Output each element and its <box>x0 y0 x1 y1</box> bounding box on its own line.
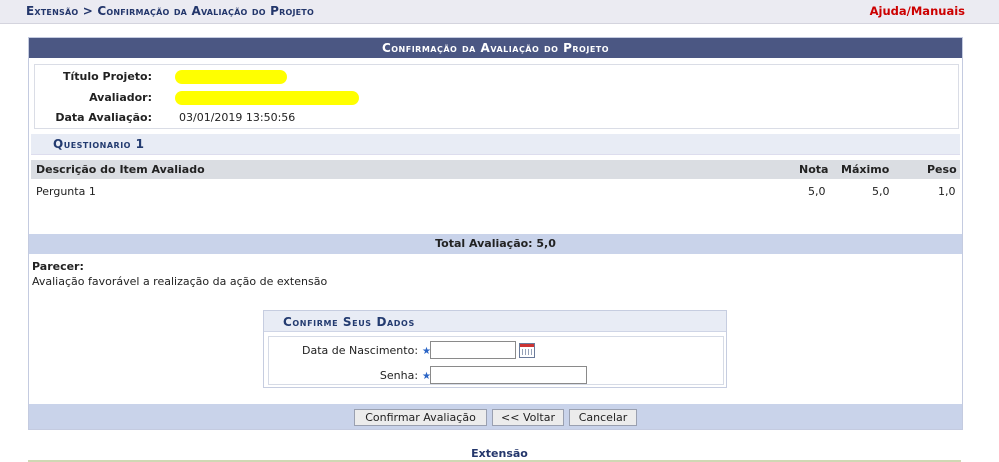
titulo-label: Título Projeto: <box>62 70 152 83</box>
parecer-label: Parecer: <box>32 260 84 273</box>
panel-caption: Confirmação da Avaliação do Projeto <box>29 38 962 58</box>
col-maximo: Máximo <box>841 163 890 176</box>
confirmar-avaliacao-button[interactable]: Confirmar Avaliação <box>354 409 487 426</box>
breadcrumb: Extensão > Confirmação da Avaliação do P… <box>26 4 314 18</box>
titulo-value <box>175 70 287 84</box>
data-row: Data Avaliação: 03/01/2019 13:50:56 <box>35 111 935 127</box>
confirm-data-box: Confirme Seus Dados Data de Nascimento: ★… <box>263 310 727 388</box>
footer-link[interactable]: Extensão <box>0 447 999 460</box>
help-link[interactable]: Ajuda/Manuais <box>870 4 965 18</box>
nascimento-label-wrap: Data de Nascimento: ★ <box>302 344 431 357</box>
project-info-box: Título Projeto: Avaliador: Data Avaliaçã… <box>34 64 959 129</box>
total-text: Total Avaliação: 5,0 <box>435 237 556 250</box>
confirm-fields: Data de Nascimento: ★ Senha: ★ <box>268 336 724 385</box>
titulo-row: Título Projeto: <box>35 70 935 86</box>
table-row: Pergunta 1 5,0 5,0 1,0 <box>31 182 960 200</box>
redaction-highlight <box>175 70 287 84</box>
cell-maximo: 5,0 <box>872 185 890 198</box>
avaliador-row: Avaliador: <box>35 91 935 107</box>
cancelar-button[interactable]: Cancelar <box>569 409 637 426</box>
data-label: Data Avaliação: <box>55 111 152 124</box>
redaction-highlight <box>175 91 359 105</box>
confirm-title: Confirme Seus Dados <box>283 315 415 329</box>
avaliador-label: Avaliador: <box>89 91 152 104</box>
parecer-text: Avaliação favorável a realização da ação… <box>32 275 328 288</box>
cell-descricao: Pergunta 1 <box>36 185 96 198</box>
nascimento-label: Data de Nascimento: <box>302 344 419 357</box>
confirm-header: Confirme Seus Dados <box>264 311 726 332</box>
evaluation-panel: Confirmação da Avaliação do Projeto Títu… <box>28 37 963 430</box>
button-bar: Confirmar Avaliação << Voltar Cancelar <box>29 404 962 429</box>
senha-label: Senha: <box>379 369 419 382</box>
cell-peso: 1,0 <box>938 185 956 198</box>
calendar-icon[interactable] <box>519 343 535 358</box>
total-bar: Total Avaliação: 5,0 <box>29 234 962 254</box>
voltar-button[interactable]: << Voltar <box>492 409 564 426</box>
col-nota: Nota <box>799 163 829 176</box>
avaliador-value <box>175 91 359 105</box>
questionario-title: Questionario 1 <box>53 137 145 151</box>
table-header: Descrição do Item Avaliado Nota Máximo P… <box>31 160 960 179</box>
nascimento-input[interactable] <box>430 341 516 359</box>
senha-label-wrap: Senha: ★ <box>380 369 431 382</box>
data-value: 03/01/2019 13:50:56 <box>179 111 296 124</box>
senha-input[interactable] <box>430 366 587 384</box>
top-bar: Extensão > Confirmação da Avaliação do P… <box>0 0 999 24</box>
cell-nota: 5,0 <box>808 185 826 198</box>
col-descricao: Descrição do Item Avaliado <box>36 163 205 176</box>
col-peso: Peso <box>927 163 957 176</box>
questionario-header: Questionario 1 <box>31 134 960 155</box>
